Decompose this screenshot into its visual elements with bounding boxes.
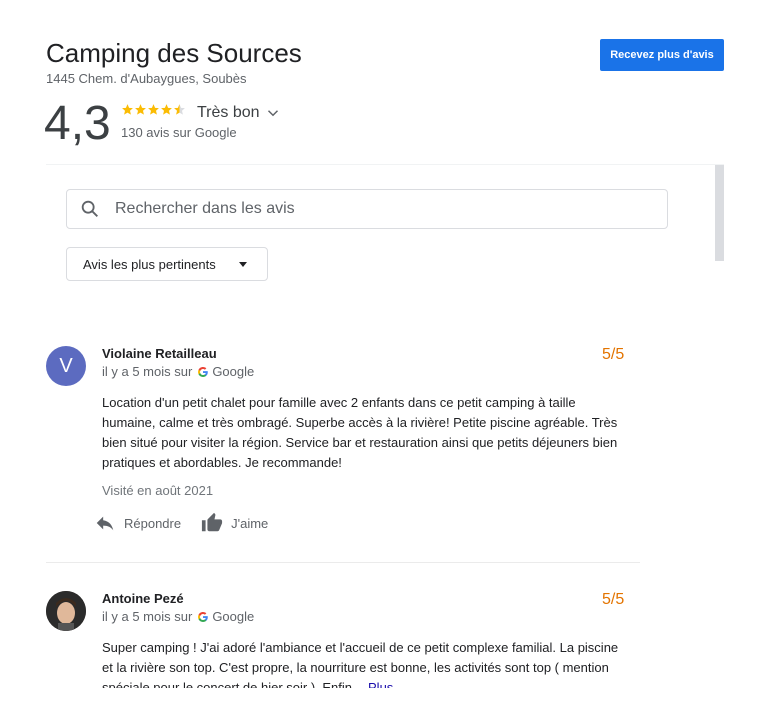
- star-icon: [135, 104, 146, 115]
- sort-dropdown[interactable]: Avis les plus pertinents: [66, 247, 268, 281]
- rating-label-text: Très bon: [197, 104, 260, 121]
- scrollbar[interactable]: [715, 165, 724, 261]
- sort-selected-label: Avis les plus pertinents: [83, 256, 216, 272]
- review-count: 130 avis sur Google: [121, 125, 237, 140]
- review-search-box[interactable]: [66, 189, 668, 229]
- rating-label[interactable]: Très bon: [197, 104, 282, 122]
- star-icon: [161, 104, 172, 115]
- search-icon: [81, 200, 98, 217]
- avatar[interactable]: [46, 591, 86, 631]
- star-icon: [122, 104, 133, 115]
- review-text: Super camping ! J'ai adoré l'ambiance et…: [102, 640, 619, 688]
- review-source: Google: [212, 364, 255, 379]
- review-divider: [46, 562, 640, 563]
- thumbs-up-icon: [202, 512, 223, 532]
- review-item: Antoine Pezé il y a 5 mois sur Google 5/…: [46, 591, 640, 721]
- star-icon: [148, 104, 159, 115]
- review-source: Google: [212, 609, 255, 624]
- visit-date: Visité en août 2021: [102, 483, 214, 498]
- review-search-input[interactable]: [113, 199, 637, 219]
- caret-down-icon: [239, 262, 247, 267]
- reply-label: Répondre: [124, 515, 182, 531]
- review-item: V Violaine Retailleau il y a 5 mois sur …: [46, 346, 640, 546]
- star-rating: [121, 103, 186, 116]
- review-meta: il y a 5 mois sur Google: [102, 364, 254, 379]
- read-more-link[interactable]: Plus: [368, 680, 393, 688]
- review-score: 5/5: [602, 591, 625, 608]
- review-author[interactable]: Antoine Pezé: [102, 591, 184, 606]
- get-more-reviews-button[interactable]: Recevez plus d'avis: [600, 39, 724, 71]
- review-text: Location d'un petit chalet pour famille …: [102, 395, 618, 470]
- rating-value: 4,3: [44, 97, 111, 150]
- divider: [46, 164, 724, 165]
- review-actions: Répondre J'aime: [94, 512, 288, 534]
- reply-button[interactable]: Répondre: [94, 512, 181, 534]
- like-label: J'aime: [231, 515, 269, 531]
- google-g-icon: [198, 366, 209, 377]
- business-title: Camping des Sources: [46, 38, 302, 68]
- business-address: 1445 Chem. d'Aubaygues, Soubès: [46, 71, 247, 86]
- review-score: 5/5: [602, 346, 625, 363]
- user-photo-icon: [46, 591, 86, 631]
- review-meta: il y a 5 mois sur Google: [102, 609, 254, 624]
- half-star-icon: [174, 104, 185, 115]
- avatar[interactable]: V: [46, 346, 86, 386]
- like-button[interactable]: J'aime: [201, 512, 268, 534]
- review-author[interactable]: Violaine Retailleau: [102, 346, 217, 361]
- avatar-initial: V: [59, 354, 73, 377]
- reply-icon: [96, 516, 114, 531]
- review-time: il y a 5 mois sur: [102, 364, 193, 379]
- chevron-down-icon: [267, 110, 278, 117]
- review-time: il y a 5 mois sur: [102, 609, 193, 624]
- google-g-icon: [198, 611, 209, 622]
- review-text-block: Super camping ! J'ai adoré l'ambiance et…: [102, 638, 632, 688]
